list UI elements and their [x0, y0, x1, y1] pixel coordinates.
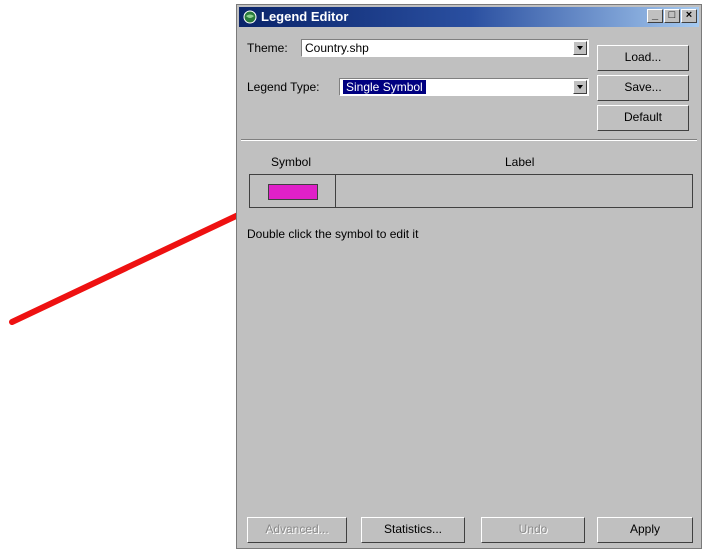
legend-type-value: Single Symbol: [343, 80, 426, 94]
theme-select[interactable]: Country.shp: [301, 39, 589, 57]
chevron-down-icon[interactable]: [573, 41, 587, 55]
maximize-button[interactable]: □: [664, 9, 680, 23]
save-button[interactable]: Save...: [597, 75, 689, 101]
statistics-button[interactable]: Statistics...: [361, 517, 465, 543]
theme-value: Country.shp: [305, 41, 369, 55]
symbol-header: Symbol: [271, 155, 312, 169]
default-button[interactable]: Default: [597, 105, 689, 131]
divider: [241, 139, 697, 141]
symbol-cell[interactable]: [250, 175, 336, 207]
globe-icon: [243, 10, 257, 24]
hint-text: Double click the symbol to edit it: [247, 227, 419, 241]
undo-button[interactable]: Undo: [481, 517, 585, 543]
theme-label: Theme:: [247, 41, 288, 55]
legend-table: [249, 174, 693, 208]
chevron-down-icon[interactable]: [573, 80, 587, 94]
load-button[interactable]: Load...: [597, 45, 689, 71]
close-button[interactable]: ×: [681, 9, 697, 23]
minimize-button[interactable]: _: [647, 9, 663, 23]
label-header: Label: [505, 155, 535, 169]
legend-editor-window: Legend Editor _ □ × Theme: Country.shp L…: [236, 4, 702, 549]
window-title: Legend Editor: [261, 9, 349, 24]
title-bar[interactable]: Legend Editor _ □ ×: [239, 7, 699, 27]
advanced-button[interactable]: Advanced...: [247, 517, 347, 543]
legend-type-label: Legend Type:: [247, 80, 320, 94]
symbol-swatch[interactable]: [268, 184, 318, 200]
arrow-line: [9, 196, 275, 325]
legend-type-select[interactable]: Single Symbol: [339, 78, 589, 96]
apply-button[interactable]: Apply: [597, 517, 693, 543]
